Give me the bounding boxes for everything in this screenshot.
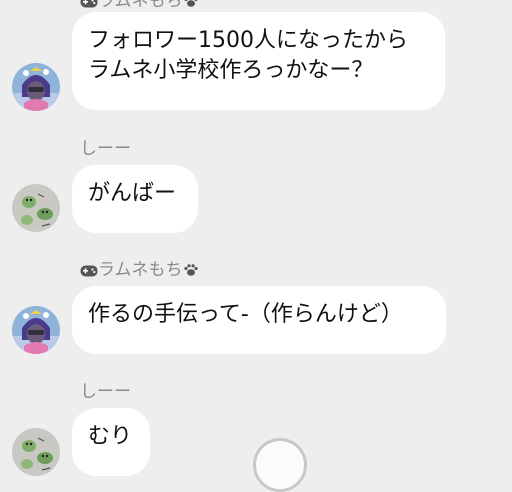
avatar-shii[interactable] — [12, 428, 60, 476]
message-text: がんばー — [88, 181, 177, 206]
avatar-shii[interactable] — [12, 184, 60, 232]
sender-label: ラムネもち — [98, 0, 183, 11]
sender-label: しーー — [80, 139, 131, 159]
avatar-ramune[interactable] — [12, 306, 60, 354]
sender-label: しーー — [80, 382, 131, 402]
message-bubble[interactable]: フォロワー1500人になったから ラムネ小学校作ろっかなー？ — [72, 12, 445, 110]
home-button[interactable] — [253, 438, 307, 492]
message-text: むり — [88, 424, 133, 449]
sender-name: しーー — [80, 139, 131, 159]
gamepad-icon — [80, 262, 98, 282]
sender-name: しーー — [80, 382, 131, 402]
message-text: 作るの手伝って-（作らんけど） — [88, 302, 403, 327]
message-bubble[interactable]: むり — [72, 408, 150, 476]
message-bubble[interactable]: 作るの手伝って-（作らんけど） — [72, 286, 446, 354]
message-text: フォロワー1500人になったから — [88, 28, 408, 53]
sender-name: ラムネもち — [80, 260, 199, 282]
message-bubble[interactable]: がんばー — [72, 165, 198, 233]
paw-icon — [183, 262, 199, 282]
message-text: ラムネ小学校作ろっかなー？ — [88, 58, 374, 83]
sender-label: ラムネもち — [98, 260, 183, 280]
avatar-ramune[interactable] — [12, 63, 60, 111]
